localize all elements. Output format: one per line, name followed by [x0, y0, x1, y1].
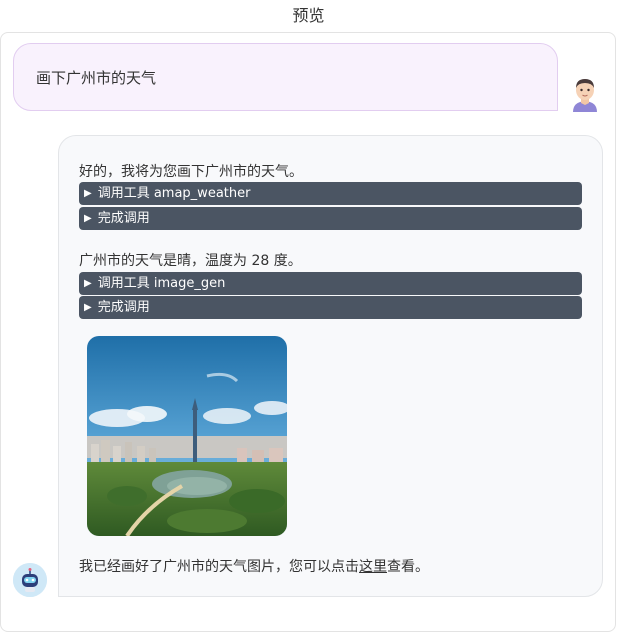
expand-triangle-icon: ▶: [84, 278, 92, 289]
tool-done-label: 完成调用: [97, 300, 150, 315]
tool-done-1[interactable]: ▶ 完成调用: [79, 207, 582, 230]
tool-call-amap-weather[interactable]: ▶ 调用工具 amap_weather: [79, 182, 582, 205]
bot-intro-text: 好的，我将为您画下广州市的天气。: [79, 164, 303, 180]
tool-call-image-gen[interactable]: ▶ 调用工具 image_gen: [79, 272, 582, 295]
expand-triangle-icon: ▶: [84, 188, 92, 199]
expand-triangle-icon: ▶: [84, 213, 92, 224]
expand-triangle-icon: ▶: [84, 302, 92, 313]
final-prefix: 我已经画好了广州市的天气图片，您可以点击: [79, 559, 359, 575]
tool-done-2[interactable]: ▶ 完成调用: [79, 296, 582, 319]
tool-call-label: 调用工具 image_gen: [97, 276, 226, 291]
user-avatar-icon: [570, 76, 600, 112]
weather-result-text: 广州市的天气是晴，温度为 28 度。: [79, 253, 302, 269]
user-message-bubble: 画下广州市的天气: [13, 43, 558, 111]
tool-call-label: 调用工具 amap_weather: [97, 186, 251, 201]
robot-avatar-icon: [13, 563, 47, 597]
tool-done-label: 完成调用: [97, 211, 150, 226]
user-message-text: 画下广州市的天气: [36, 69, 157, 87]
final-suffix: 查看。: [387, 559, 429, 575]
final-message-text: 我已经画好了广州市的天气图片，您可以点击这里查看。: [79, 556, 429, 576]
preview-title: 预览: [292, 6, 325, 25]
generated-weather-image[interactable]: [87, 336, 287, 536]
view-image-link[interactable]: 这里: [359, 559, 387, 575]
